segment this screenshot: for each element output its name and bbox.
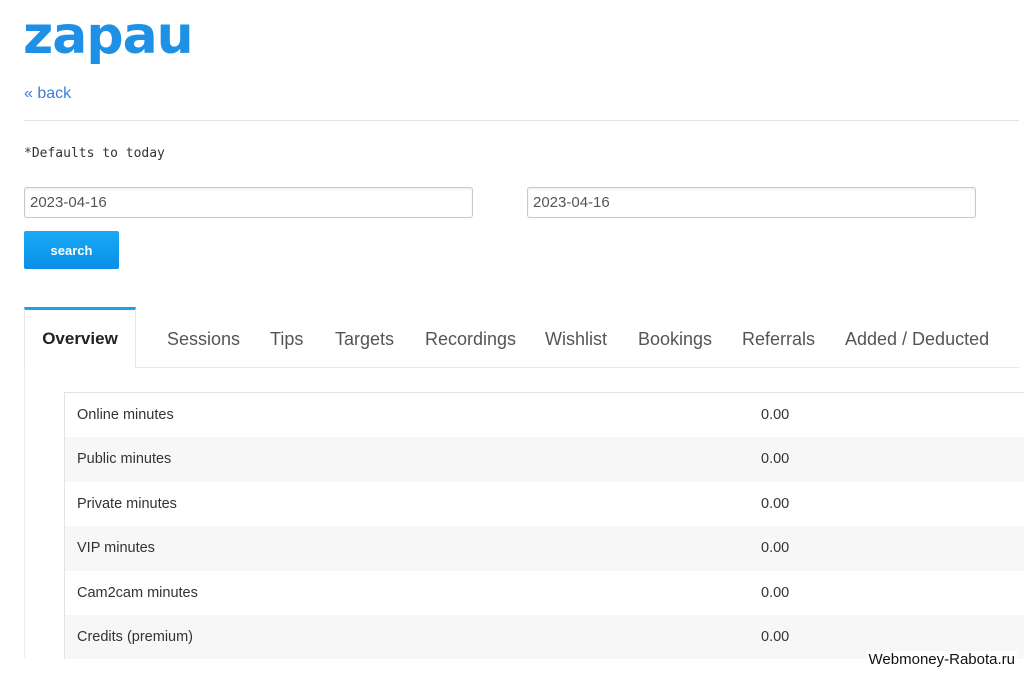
watermark: Webmoney-Rabota.ru xyxy=(866,651,1017,668)
tab-added-deducted[interactable]: Added / Deducted xyxy=(845,307,989,367)
back-link[interactable]: « back xyxy=(24,85,71,103)
search-button[interactable]: search xyxy=(24,231,119,269)
stat-label: Private minutes xyxy=(77,495,177,512)
overview-stats-table: Online minutes 0.00 Public minutes 0.00 … xyxy=(64,392,1024,660)
panel-border xyxy=(24,367,25,658)
stat-label: Online minutes xyxy=(77,407,174,423)
stat-value: 0.00 xyxy=(761,495,790,512)
table-row: Cam2cam minutes 0.00 xyxy=(65,571,1024,615)
tab-overview[interactable]: Overview xyxy=(24,307,136,368)
stat-value: 0.00 xyxy=(761,628,790,645)
stat-value: 0.00 xyxy=(761,451,790,468)
tab-sessions[interactable]: Sessions xyxy=(167,307,240,367)
stat-value: 0.00 xyxy=(761,407,790,423)
site-logo[interactable]: zapau xyxy=(23,6,194,66)
tab-wishlist[interactable]: Wishlist xyxy=(545,307,607,367)
stat-value: 0.00 xyxy=(761,540,790,557)
tab-referrals[interactable]: Referrals xyxy=(742,307,815,367)
table-row: VIP minutes 0.00 xyxy=(65,526,1024,571)
tab-recordings[interactable]: Recordings xyxy=(425,307,516,367)
date-from-input[interactable] xyxy=(24,187,473,218)
defaults-note: *Defaults to today xyxy=(24,146,165,161)
stat-label: VIP minutes xyxy=(77,540,155,557)
table-row: Private minutes 0.00 xyxy=(65,482,1024,526)
tab-targets[interactable]: Targets xyxy=(335,307,394,367)
tab-bar: Overview Sessions Tips Targets Recording… xyxy=(24,307,1019,368)
divider xyxy=(24,120,1019,121)
tab-tips[interactable]: Tips xyxy=(270,307,303,367)
table-row: Online minutes 0.00 xyxy=(65,393,1024,437)
table-row: Public minutes 0.00 xyxy=(65,437,1024,482)
stat-value: 0.00 xyxy=(761,584,790,601)
date-to-input[interactable] xyxy=(527,187,976,218)
stat-label: Cam2cam minutes xyxy=(77,584,198,601)
tab-bookings[interactable]: Bookings xyxy=(638,307,712,367)
stat-label: Credits (premium) xyxy=(77,628,194,645)
stat-label: Public minutes xyxy=(77,451,172,468)
